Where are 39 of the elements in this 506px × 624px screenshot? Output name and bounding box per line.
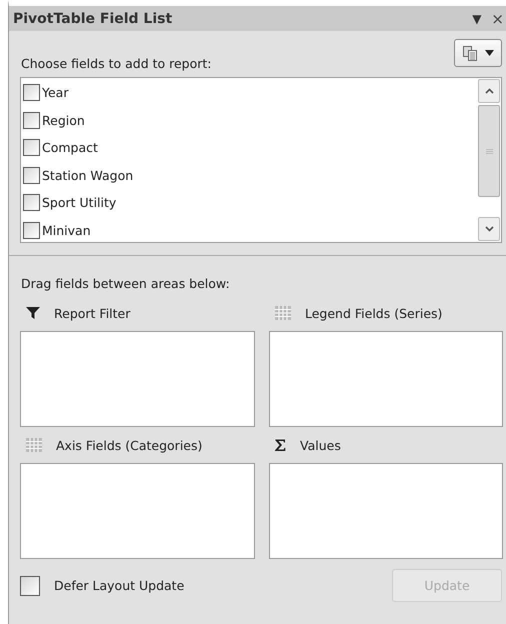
field-checkbox[interactable] — [23, 139, 40, 156]
areas-prompt: Drag fields between areas below: — [20, 275, 231, 291]
chevron-up-icon — [484, 88, 494, 94]
drop-area[interactable] — [20, 331, 255, 427]
window-title: PivotTable Field List — [13, 10, 174, 26]
field-label[interactable]: Compact — [42, 140, 98, 156]
area-label: Report Filter — [54, 306, 130, 320]
field-checkbox[interactable] — [23, 112, 40, 129]
drop-area[interactable] — [20, 463, 255, 559]
field-label[interactable]: Station Wagon — [42, 168, 134, 183]
field-checkbox[interactable] — [23, 84, 40, 102]
layout-icon — [462, 46, 476, 60]
scrollbar-thumb[interactable] — [478, 105, 500, 197]
drop-area[interactable] — [269, 331, 503, 427]
sigma-icon — [275, 439, 286, 451]
menu-caret[interactable]: ▼ — [472, 12, 482, 26]
field-checkbox[interactable] — [23, 194, 40, 212]
defer-checkbox[interactable] — [20, 576, 40, 596]
grid-icon — [26, 438, 42, 452]
field-label[interactable]: Region — [42, 112, 85, 128]
field-checkbox[interactable] — [23, 222, 40, 239]
close-button[interactable]: × — [491, 10, 504, 28]
caret-icon — [484, 50, 494, 56]
field-label[interactable]: Minivan — [42, 222, 91, 238]
drop-area[interactable] — [269, 463, 503, 559]
fields-prompt: Choose fields to add to report: — [21, 56, 212, 71]
field-label[interactable]: Year — [42, 85, 68, 100]
grid-icon — [275, 306, 291, 320]
defer-label: Defer Layout Update — [54, 578, 184, 593]
area-label: Axis Fields (Categories) — [56, 438, 202, 452]
layout-button[interactable] — [454, 39, 502, 67]
scroll-down-button[interactable] — [478, 217, 500, 241]
field-label[interactable]: Sport Utility — [42, 195, 116, 210]
scroll-up-button[interactable] — [478, 79, 500, 103]
chevron-down-icon — [484, 226, 494, 232]
filter-icon — [26, 307, 40, 319]
area-label: Values — [300, 438, 341, 452]
field-checkbox[interactable] — [23, 166, 40, 184]
area-label: Legend Fields (Series) — [305, 306, 442, 320]
